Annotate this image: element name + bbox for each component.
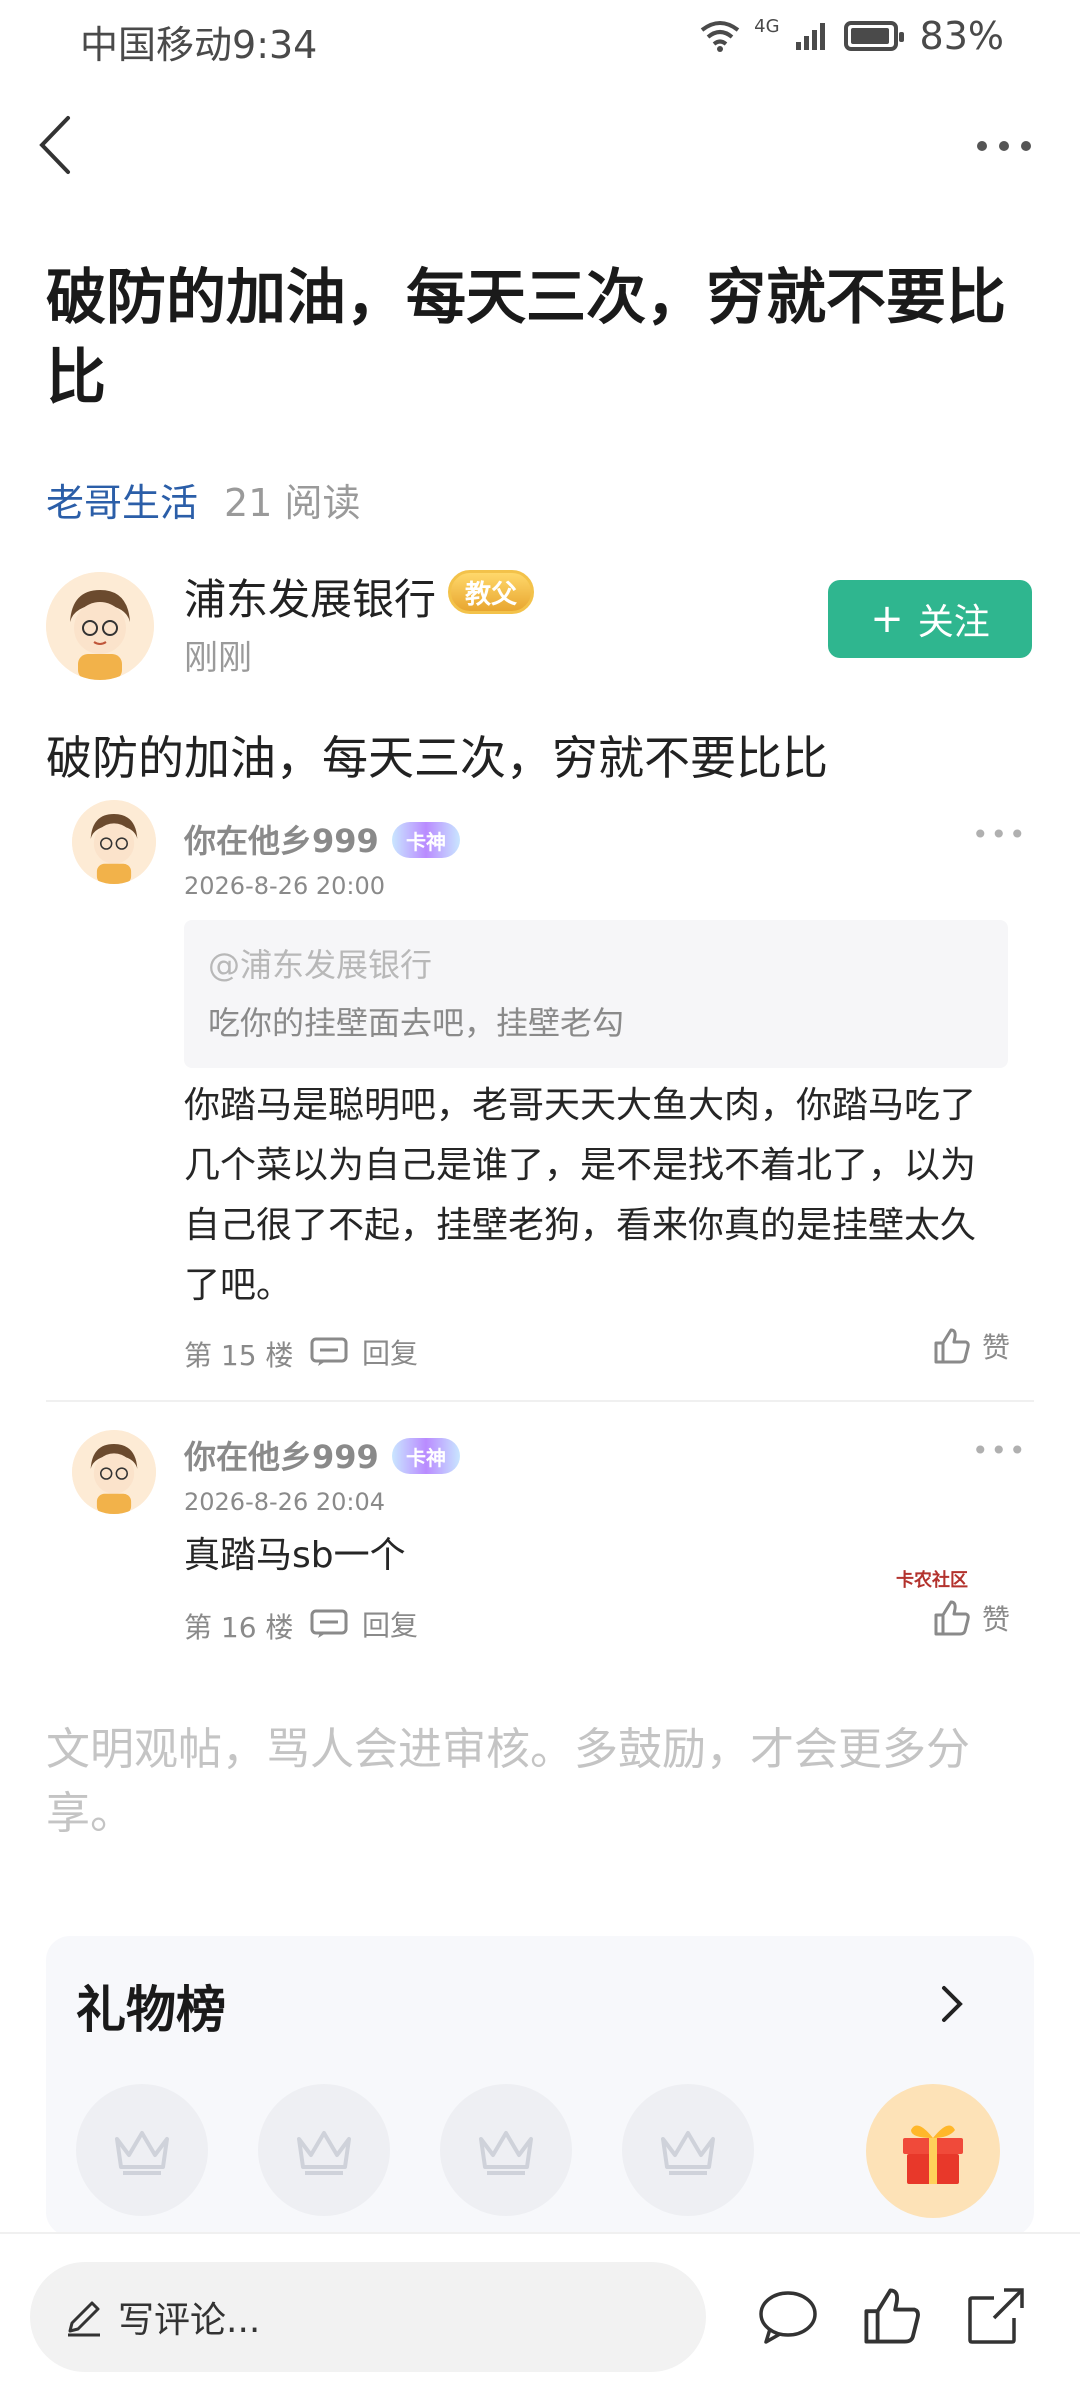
thumbs-up-icon [934,1600,970,1636]
crown-icon [479,2131,533,2175]
author-avatar[interactable] [46,572,154,680]
comment-input[interactable]: 写评论... [30,2262,706,2372]
comment-avatar[interactable] [72,800,156,884]
quote-text: 吃你的挂壁面去吧，挂壁老勾 [208,1004,625,1042]
reply-button[interactable]: 回复 [310,1332,418,1372]
author-name[interactable]: 浦东发展银行 [184,566,436,627]
avatar-illustration [46,572,154,680]
comment-date: 2026-8-26 20:04 [184,1488,385,1516]
post-time: 刚刚 [184,638,252,678]
comment-user-badge: 卡神 [392,1438,460,1474]
reply-label: 回复 [362,1609,419,1642]
avatar-illustration [72,1430,156,1514]
site-watermark: 卡农社区 [896,1570,968,1591]
gift-rank-slot[interactable] [76,2084,208,2216]
like-post-button[interactable] [860,2284,924,2348]
like-button[interactable]: 赞 [932,1598,1010,1638]
follow-label: 关注 [917,602,990,643]
comment-date: 2026-8-26 20:00 [184,872,385,900]
carrier-label: 中国移动 [80,23,233,67]
community-notice: 文明观帖，骂人会进审核。多鼓励，才会更多分享。 [46,1724,970,1839]
battery-icon [843,21,904,51]
more-button[interactable] [974,126,1034,166]
comment-username[interactable]: 你在他乡999 [184,1432,379,1478]
author-badge: 教父 [448,570,535,614]
follow-button[interactable]: + 关注 [828,580,1032,658]
crown-icon [661,2131,715,2175]
crown-icon [115,2131,169,2175]
clock: 9:34 [232,23,318,67]
floor-number: 第 15 楼 [184,1339,294,1372]
floor-number: 第 16 楼 [184,1611,294,1644]
comment-divider [46,1400,1034,1402]
network-type: 4G [754,15,780,37]
comment-text-line: 自己很了不起，挂壁老狗，看来你真的是挂壁太久 [184,1205,977,1246]
reply-icon [310,1337,348,1366]
comment-text-line: 几个菜以为自己是谁了，是不是找不着北了，以为 [184,1145,977,1186]
post-body: 破防的加油，每天三次，穷就不要比比 [46,731,828,785]
post-title: 破防的加油，每天三次，穷就不要比比 [46,263,1006,413]
comment-more-icon[interactable]: ••• [972,818,1028,851]
read-count: 21 阅读 [224,481,361,525]
comment-user-badge: 卡神 [392,822,460,858]
gift-icon [903,2125,963,2184]
comment-text-line: 了吧。 [184,1265,293,1306]
comment-more-icon[interactable]: ••• [972,1434,1028,1467]
plus-icon: + [870,596,904,642]
thumbs-up-icon [864,2288,920,2344]
reply-button[interactable]: 回复 [310,1604,418,1644]
comments-button[interactable] [756,2286,820,2350]
thumbs-up-icon [934,1328,970,1364]
comment-avatar[interactable] [72,1430,156,1514]
reply-icon [310,1609,348,1638]
comment-text: 你踏马是聪明吧，老哥天天大鱼大肉，你踏马吃了 几个菜以为自己是谁了，是不是找不着… [184,1076,1024,1316]
send-gift-button[interactable] [866,2084,1000,2218]
gift-board-more-button[interactable] [934,1982,970,2026]
category-link[interactable]: 老哥生活 [46,481,198,525]
reply-label: 回复 [362,1337,419,1370]
gift-rank-slot[interactable] [258,2084,390,2216]
pencil-icon [68,2301,100,2337]
more-horizontal-icon [977,141,1031,151]
gift-board-title: 礼物榜 [76,1981,226,2039]
share-button[interactable] [964,2284,1028,2348]
like-label: 赞 [982,1603,1011,1636]
comment-placeholder: 写评论... [118,2300,261,2341]
signal-icon [795,23,825,50]
chevron-left-icon [39,116,70,174]
wifi-icon [700,21,740,52]
back-button[interactable] [26,110,86,180]
quoted-comment[interactable]: @浦东发展银行 吃你的挂壁面去吧，挂壁老勾 [184,920,1008,1068]
like-label: 赞 [982,1331,1011,1364]
gift-rank-slot[interactable] [440,2084,572,2216]
comment-text: 真踏马sb一个 [184,1535,406,1576]
comment-username[interactable]: 你在他乡999 [184,816,379,862]
crown-icon [297,2131,351,2175]
quote-mention[interactable]: @浦东发展银行 [208,940,432,986]
comment-bubble-icon [759,2291,817,2344]
chevron-right-icon [942,1986,963,2022]
share-icon [968,2288,1024,2344]
post-meta: 老哥生活 21 阅读 [46,472,360,527]
comment-text-line: 你踏马是聪明吧，老哥天天大鱼大肉，你踏马吃了 [184,1085,977,1126]
like-button[interactable]: 赞 [932,1326,1010,1366]
battery-percent: 83% [919,14,1004,58]
status-icons: 4G 83% [700,14,1004,58]
avatar-illustration [72,800,156,884]
gift-rank-slot[interactable] [622,2084,754,2216]
status-time: 中国移动9:34 [80,14,317,69]
